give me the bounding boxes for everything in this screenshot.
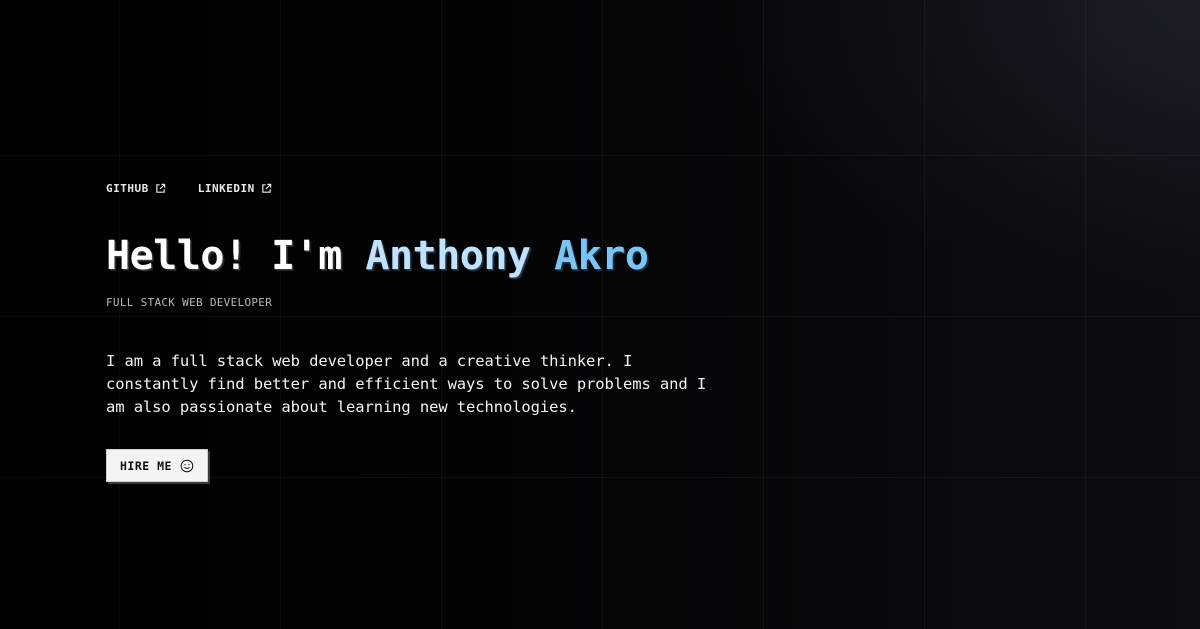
smiley-icon	[180, 459, 194, 473]
page: GITHUB LINKEDIN Hello! I'm Anthony Akro …	[0, 0, 1200, 629]
headline-first-name: Anthony	[365, 233, 531, 279]
headline-last-name: Akro	[554, 233, 649, 279]
external-link-icon	[261, 183, 272, 194]
linkedin-link-label: LINKEDIN	[197, 182, 255, 195]
social-links: GITHUB LINKEDIN	[106, 182, 272, 195]
linkedin-link[interactable]: LINKEDIN	[198, 182, 272, 195]
hire-me-label: HIRE ME	[120, 458, 172, 473]
github-link[interactable]: GITHUB	[106, 182, 166, 195]
github-link-label: GITHUB	[106, 182, 149, 195]
hire-me-button[interactable]: HIRE ME	[106, 449, 208, 482]
headline-greeting: Hello! I'm	[106, 233, 342, 279]
background-grid	[0, 0, 1200, 629]
bio-paragraph: I am a full stack web developer and a cr…	[106, 352, 707, 416]
job-title: FULL STACK WEB DEVELOPER	[106, 296, 273, 309]
hero-headline: Hello! I'm Anthony Akro	[106, 230, 649, 282]
external-link-icon	[155, 183, 166, 194]
